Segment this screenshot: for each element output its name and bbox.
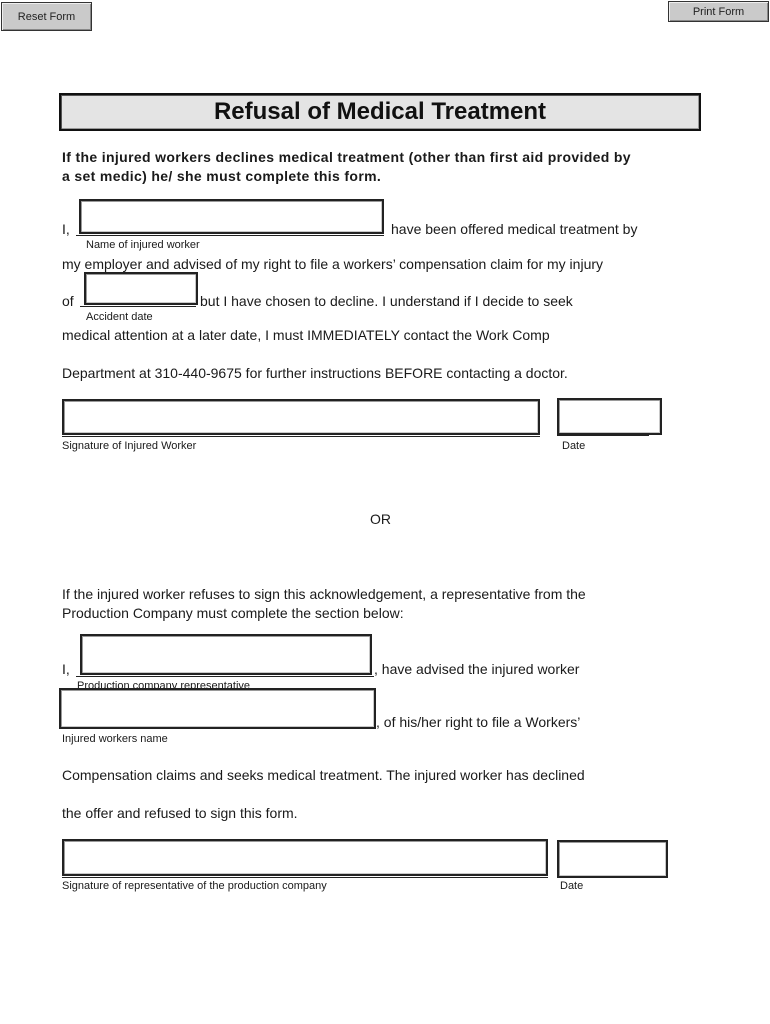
accident-date-label: Accident date: [86, 311, 153, 323]
section2-line-3: Compensation claims and seeks medical tr…: [62, 767, 585, 783]
injured-worker-name-field[interactable]: [79, 199, 384, 234]
print-form-button[interactable]: Print Form: [668, 1, 769, 22]
section1-after-date: but I have chosen to decline. I understa…: [200, 293, 573, 309]
signature-of-representative-label: Signature of representative of the produ…: [62, 880, 327, 892]
section2-after-worker: , of his/her right to file a Workers’: [376, 714, 581, 730]
rep-signature-underline: [62, 877, 548, 878]
rep-date-label: Date: [560, 880, 584, 892]
section2-intro-line-2: Production Company must complete the sec…: [62, 605, 404, 621]
page-title-text: Refusal of Medical Treatment: [213, 98, 547, 125]
representative-name-input[interactable]: [82, 636, 370, 673]
section2-prefix-i: I,: [62, 661, 70, 677]
representative-date-input[interactable]: [559, 842, 666, 876]
representative-signature-input[interactable]: [64, 841, 546, 874]
section1-after-name: have been offered medical treatment by: [391, 221, 638, 237]
injured-worker-name-2-field[interactable]: [59, 688, 376, 729]
section1-line-4: medical attention at a later date, I mus…: [62, 327, 550, 343]
section1-line-2: my employer and advised of my right to f…: [62, 256, 604, 272]
intro-line-1: If the injured workers declines medical …: [62, 149, 631, 165]
section1-line-5: Department at 310-440-9675 for further i…: [62, 365, 568, 381]
section2-intro-line-1: If the injured worker refuses to sign th…: [62, 586, 586, 602]
accident-date-underline: [80, 306, 196, 307]
representative-date-field[interactable]: [557, 840, 668, 878]
signature-underline: [62, 436, 540, 437]
injured-worker-signature-field[interactable]: [62, 399, 540, 435]
section2-line-4: the offer and refused to sign this form.: [62, 805, 298, 821]
injured-worker-name-input[interactable]: [81, 201, 382, 232]
intro-line-2: a set medic) he/ she must complete this …: [62, 168, 382, 184]
date-underline: [557, 435, 649, 436]
injured-worker-date-input[interactable]: [559, 400, 660, 433]
rep-underline: [76, 676, 374, 677]
injured-workers-name-label: Injured workers name: [62, 733, 168, 745]
or-divider-text: OR: [370, 511, 391, 527]
representative-name-field[interactable]: [80, 634, 372, 675]
section1-prefix-i: I,: [62, 221, 70, 237]
accident-date-input[interactable]: [86, 274, 196, 303]
representative-signature-field[interactable]: [62, 839, 548, 876]
section1-prefix-of: of: [62, 293, 74, 309]
section2-after-rep: , have advised the injured worker: [374, 661, 580, 677]
injured-worker-date-field[interactable]: [557, 398, 662, 435]
reset-form-button[interactable]: Reset Form: [1, 2, 92, 31]
injured-worker-signature-input[interactable]: [64, 401, 538, 433]
date-label: Date: [562, 440, 586, 452]
name-underline: [76, 235, 384, 236]
accident-date-field[interactable]: [84, 272, 198, 305]
injured-worker-name-2-input[interactable]: [61, 690, 374, 727]
page-title: Refusal of Medical Treatment: [59, 93, 701, 131]
name-of-injured-worker-label: Name of injured worker: [86, 239, 200, 251]
signature-of-injured-worker-label: Signature of Injured Worker: [62, 440, 197, 452]
